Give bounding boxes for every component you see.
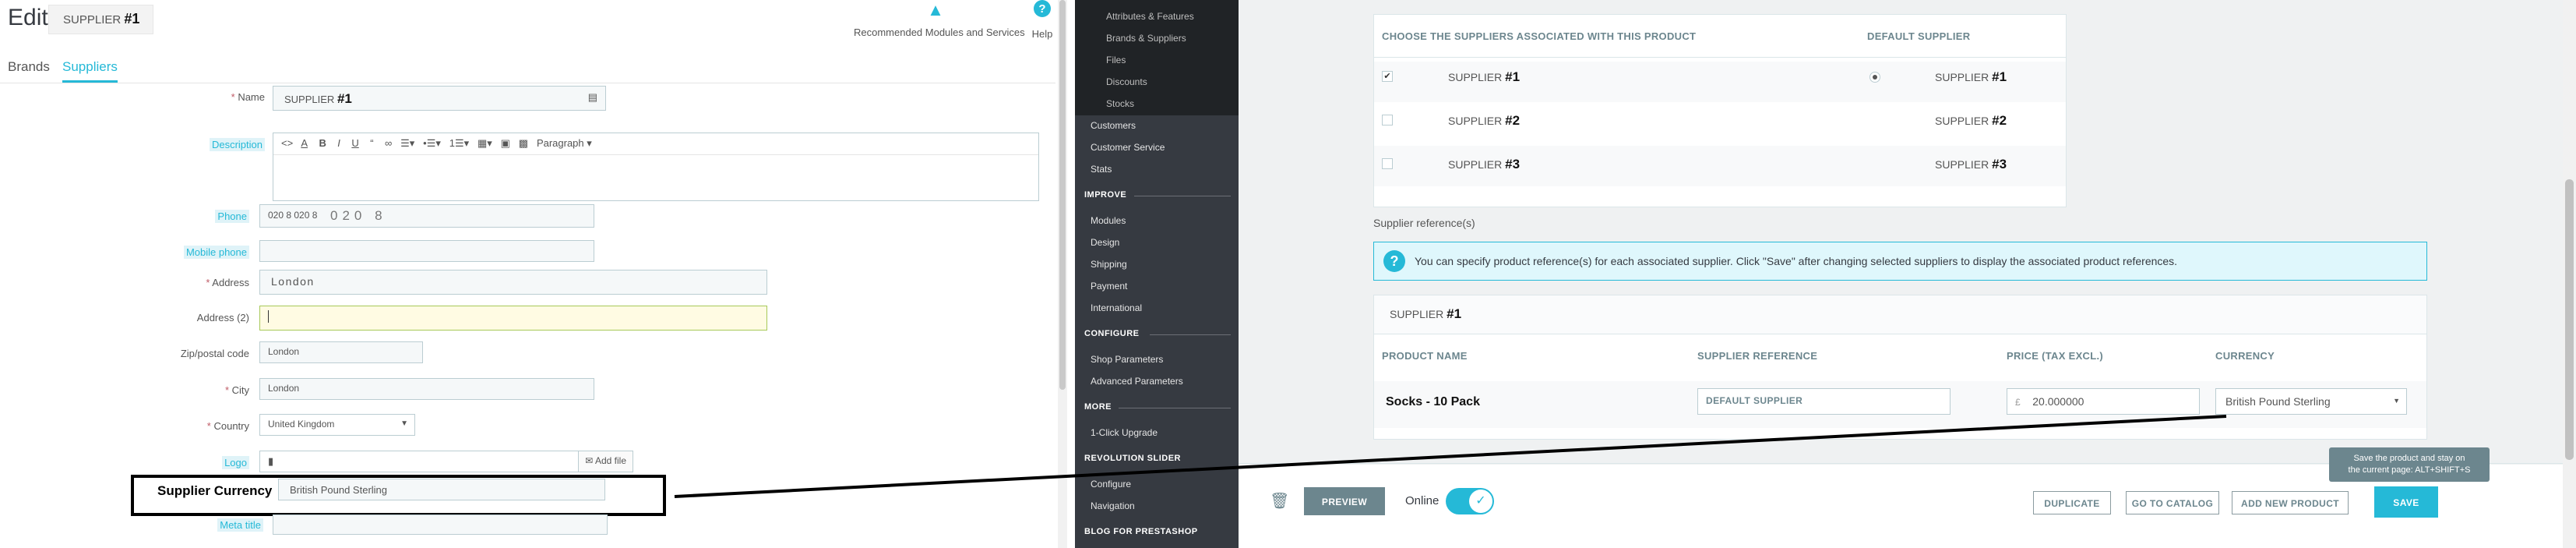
screenshot-page: Edit: SUPPLIER #1 ▲ Recommended Modules …: [0, 0, 2576, 548]
annotation-connector: [674, 415, 2227, 498]
annotation-arrow-line: [674, 415, 2227, 498]
